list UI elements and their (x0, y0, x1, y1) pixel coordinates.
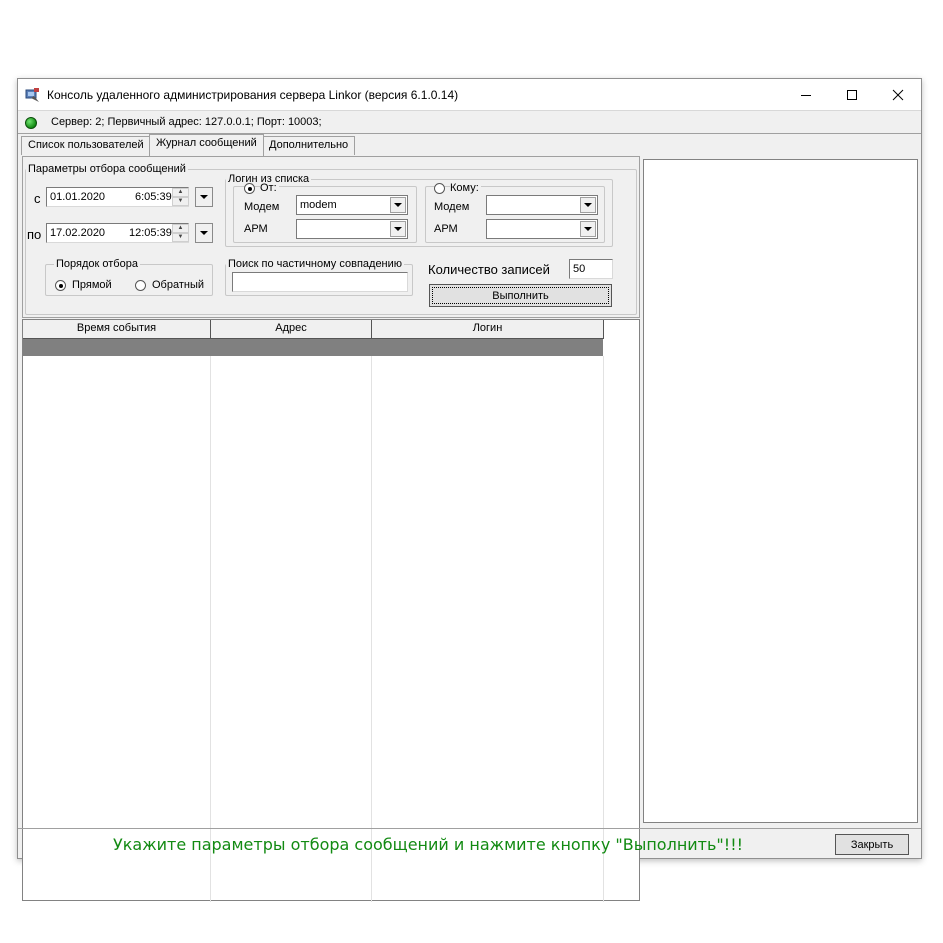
column-header-address[interactable]: Адрес (211, 320, 372, 339)
from-arm-label: АРМ (244, 223, 268, 235)
order-legend: Порядок отбора (56, 258, 138, 270)
tab-users-list[interactable]: Список пользователей (21, 136, 151, 155)
column-divider (603, 356, 604, 902)
chevron-down-icon[interactable] (580, 221, 596, 237)
records-count-label: Количество записей (428, 262, 550, 277)
spin-down-icon[interactable]: ▼ (172, 233, 189, 242)
messages-grid[interactable]: Время события Адрес Логин (22, 319, 640, 902)
chevron-down-icon[interactable] (390, 197, 406, 213)
chevron-down-icon (200, 231, 208, 235)
from-datetime-field[interactable]: 01.01.2020 6:05:39 ▲ ▼ (46, 187, 189, 207)
tab-message-log[interactable]: Журнал сообщений (149, 134, 264, 156)
from-date-dropdown[interactable] (195, 187, 213, 207)
close-window-button[interactable] (875, 79, 921, 110)
order-reverse-radio[interactable] (135, 280, 146, 291)
from-time-spinner[interactable]: ▲ ▼ (172, 188, 189, 206)
footer-bar: Укажите параметры отбора сообщений и наж… (18, 828, 921, 858)
chevron-down-icon (200, 195, 208, 199)
column-header-time[interactable]: Время события (23, 320, 211, 339)
message-log-pane: Параметры отбора сообщений с 01.01.2020 … (22, 156, 640, 902)
app-icon (25, 87, 41, 103)
execute-button[interactable]: Выполнить (429, 284, 612, 307)
server-status-bar: Сервер: 2; Первичный адрес: 127.0.0.1; П… (18, 110, 921, 134)
to-date-value: 17.02.2020 (50, 227, 106, 239)
to-modem-select[interactable] (486, 195, 598, 215)
from-radio[interactable] (244, 183, 255, 194)
maximize-button[interactable] (829, 79, 875, 110)
spin-up-icon[interactable]: ▲ (172, 188, 189, 197)
to-time-spinner[interactable]: ▲ ▼ (172, 224, 189, 242)
to-modem-label: Модем (434, 201, 470, 213)
chevron-down-icon[interactable] (580, 197, 596, 213)
to-radio-label: Кому: (450, 182, 481, 194)
to-datetime-field[interactable]: 17.02.2020 12:05:39 ▲ ▼ (46, 223, 189, 243)
partial-search-legend: Поиск по частичному совпадению (228, 258, 403, 270)
order-reverse-label: Обратный (152, 279, 205, 291)
from-modem-select[interactable]: modem (296, 195, 408, 215)
connection-status-icon (25, 117, 37, 129)
partial-search-input[interactable] (232, 272, 408, 292)
from-date-value: 01.01.2020 (50, 191, 106, 203)
column-divider (210, 356, 211, 902)
to-label: по (27, 227, 42, 242)
column-divider (371, 356, 372, 902)
tab-additional[interactable]: Дополнительно (262, 136, 356, 155)
window-title: Консоль удаленного администрирования сер… (47, 88, 459, 102)
title-bar: Консоль удаленного администрирования сер… (18, 79, 921, 110)
from-label: с (34, 191, 41, 206)
from-radio-label: От: (260, 182, 279, 194)
server-status-text: Сервер: 2; Первичный адрес: 127.0.0.1; П… (51, 116, 322, 128)
chevron-down-icon[interactable] (390, 221, 406, 237)
selected-empty-row[interactable] (23, 339, 603, 356)
order-direct-radio[interactable] (55, 280, 66, 291)
records-count-input[interactable]: 50 (569, 259, 613, 279)
to-arm-select[interactable] (486, 219, 598, 239)
filter-panel: Параметры отбора сообщений с 01.01.2020 … (22, 156, 640, 318)
spin-down-icon[interactable]: ▼ (172, 197, 189, 206)
spin-up-icon[interactable]: ▲ (172, 224, 189, 233)
to-date-dropdown[interactable] (195, 223, 213, 243)
to-radio[interactable] (434, 183, 445, 194)
filter-legend: Параметры отбора сообщений (28, 163, 186, 175)
column-header-login[interactable]: Логин (372, 320, 604, 339)
from-time-value: 6:05:39 (135, 191, 172, 203)
main-window: Консоль удаленного администрирования сер… (17, 78, 922, 902)
to-time-value: 12:05:39 (129, 227, 172, 239)
order-direct-label: Прямой (72, 279, 112, 291)
message-detail-pane[interactable] (643, 159, 918, 823)
minimize-button[interactable] (783, 79, 829, 110)
from-modem-label: Модем (244, 201, 280, 213)
close-button[interactable]: Закрыть (835, 834, 909, 855)
from-modem-value: modem (300, 199, 337, 211)
to-arm-label: АРМ (434, 223, 458, 235)
from-arm-select[interactable] (296, 219, 408, 239)
instruction-hint: Укажите параметры отбора сообщений и наж… (112, 835, 744, 854)
